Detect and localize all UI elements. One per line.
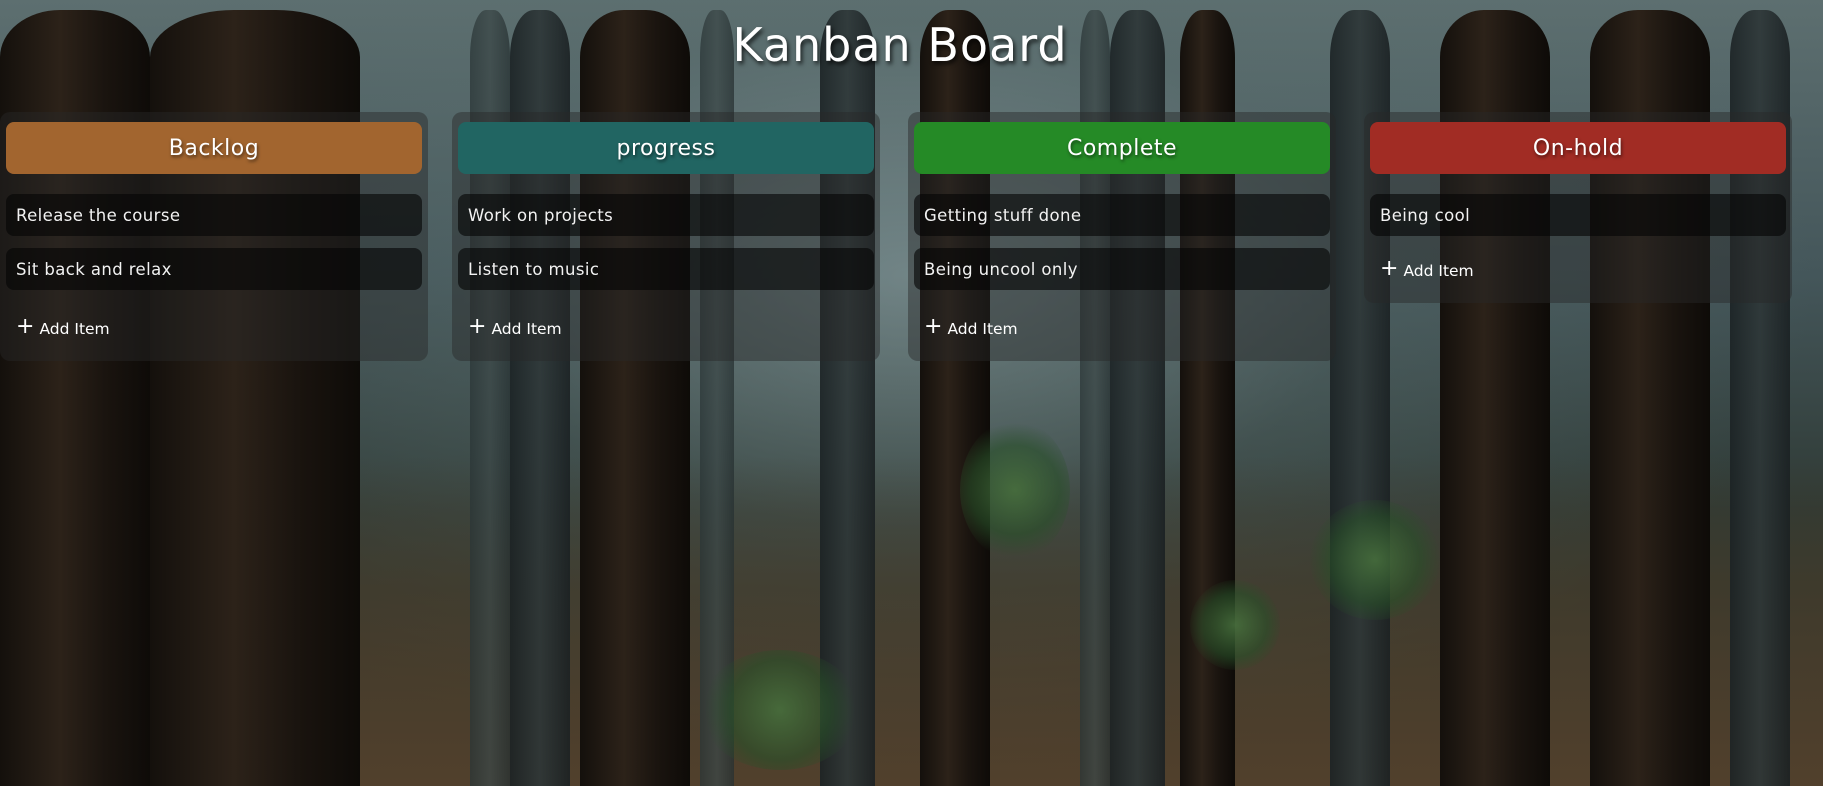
- column-on-hold: On-hold Being cool + Add Item: [1364, 112, 1792, 303]
- add-item-button[interactable]: + Add Item: [1380, 258, 1474, 281]
- add-item-button[interactable]: + Add Item: [924, 316, 1018, 339]
- column-complete: Complete Getting stuff done Being uncool…: [908, 112, 1336, 361]
- column-progress: progress Work on projects Listen to musi…: [452, 112, 880, 361]
- card-item[interactable]: Getting stuff done: [914, 194, 1330, 236]
- card-item[interactable]: Sit back and relax: [6, 248, 422, 290]
- column-header: Complete: [914, 122, 1330, 174]
- add-item-label: Add Item: [1403, 262, 1474, 280]
- bush: [1190, 580, 1280, 670]
- add-item-label: Add Item: [491, 320, 562, 338]
- add-item-label: Add Item: [947, 320, 1018, 338]
- add-item-label: Add Item: [39, 320, 110, 338]
- bush: [1310, 500, 1440, 620]
- card-item[interactable]: Work on projects: [458, 194, 874, 236]
- column-header: progress: [458, 122, 874, 174]
- card-item[interactable]: Release the course: [6, 194, 422, 236]
- page-title: Kanban Board: [732, 18, 1068, 72]
- bush: [700, 650, 860, 770]
- column-header: Backlog: [6, 122, 422, 174]
- plus-icon: +: [16, 314, 35, 339]
- card-item[interactable]: Being cool: [1370, 194, 1786, 236]
- card-item[interactable]: Being uncool only: [914, 248, 1330, 290]
- add-item-button[interactable]: + Add Item: [468, 316, 562, 339]
- column-backlog: Backlog Release the course Sit back and …: [0, 112, 428, 361]
- card-item[interactable]: Listen to music: [458, 248, 874, 290]
- plus-icon: +: [468, 314, 487, 339]
- plus-icon: +: [924, 314, 943, 339]
- plus-icon: +: [1380, 256, 1399, 281]
- add-item-button[interactable]: + Add Item: [16, 316, 110, 339]
- bush: [960, 420, 1070, 560]
- column-header: On-hold: [1370, 122, 1786, 174]
